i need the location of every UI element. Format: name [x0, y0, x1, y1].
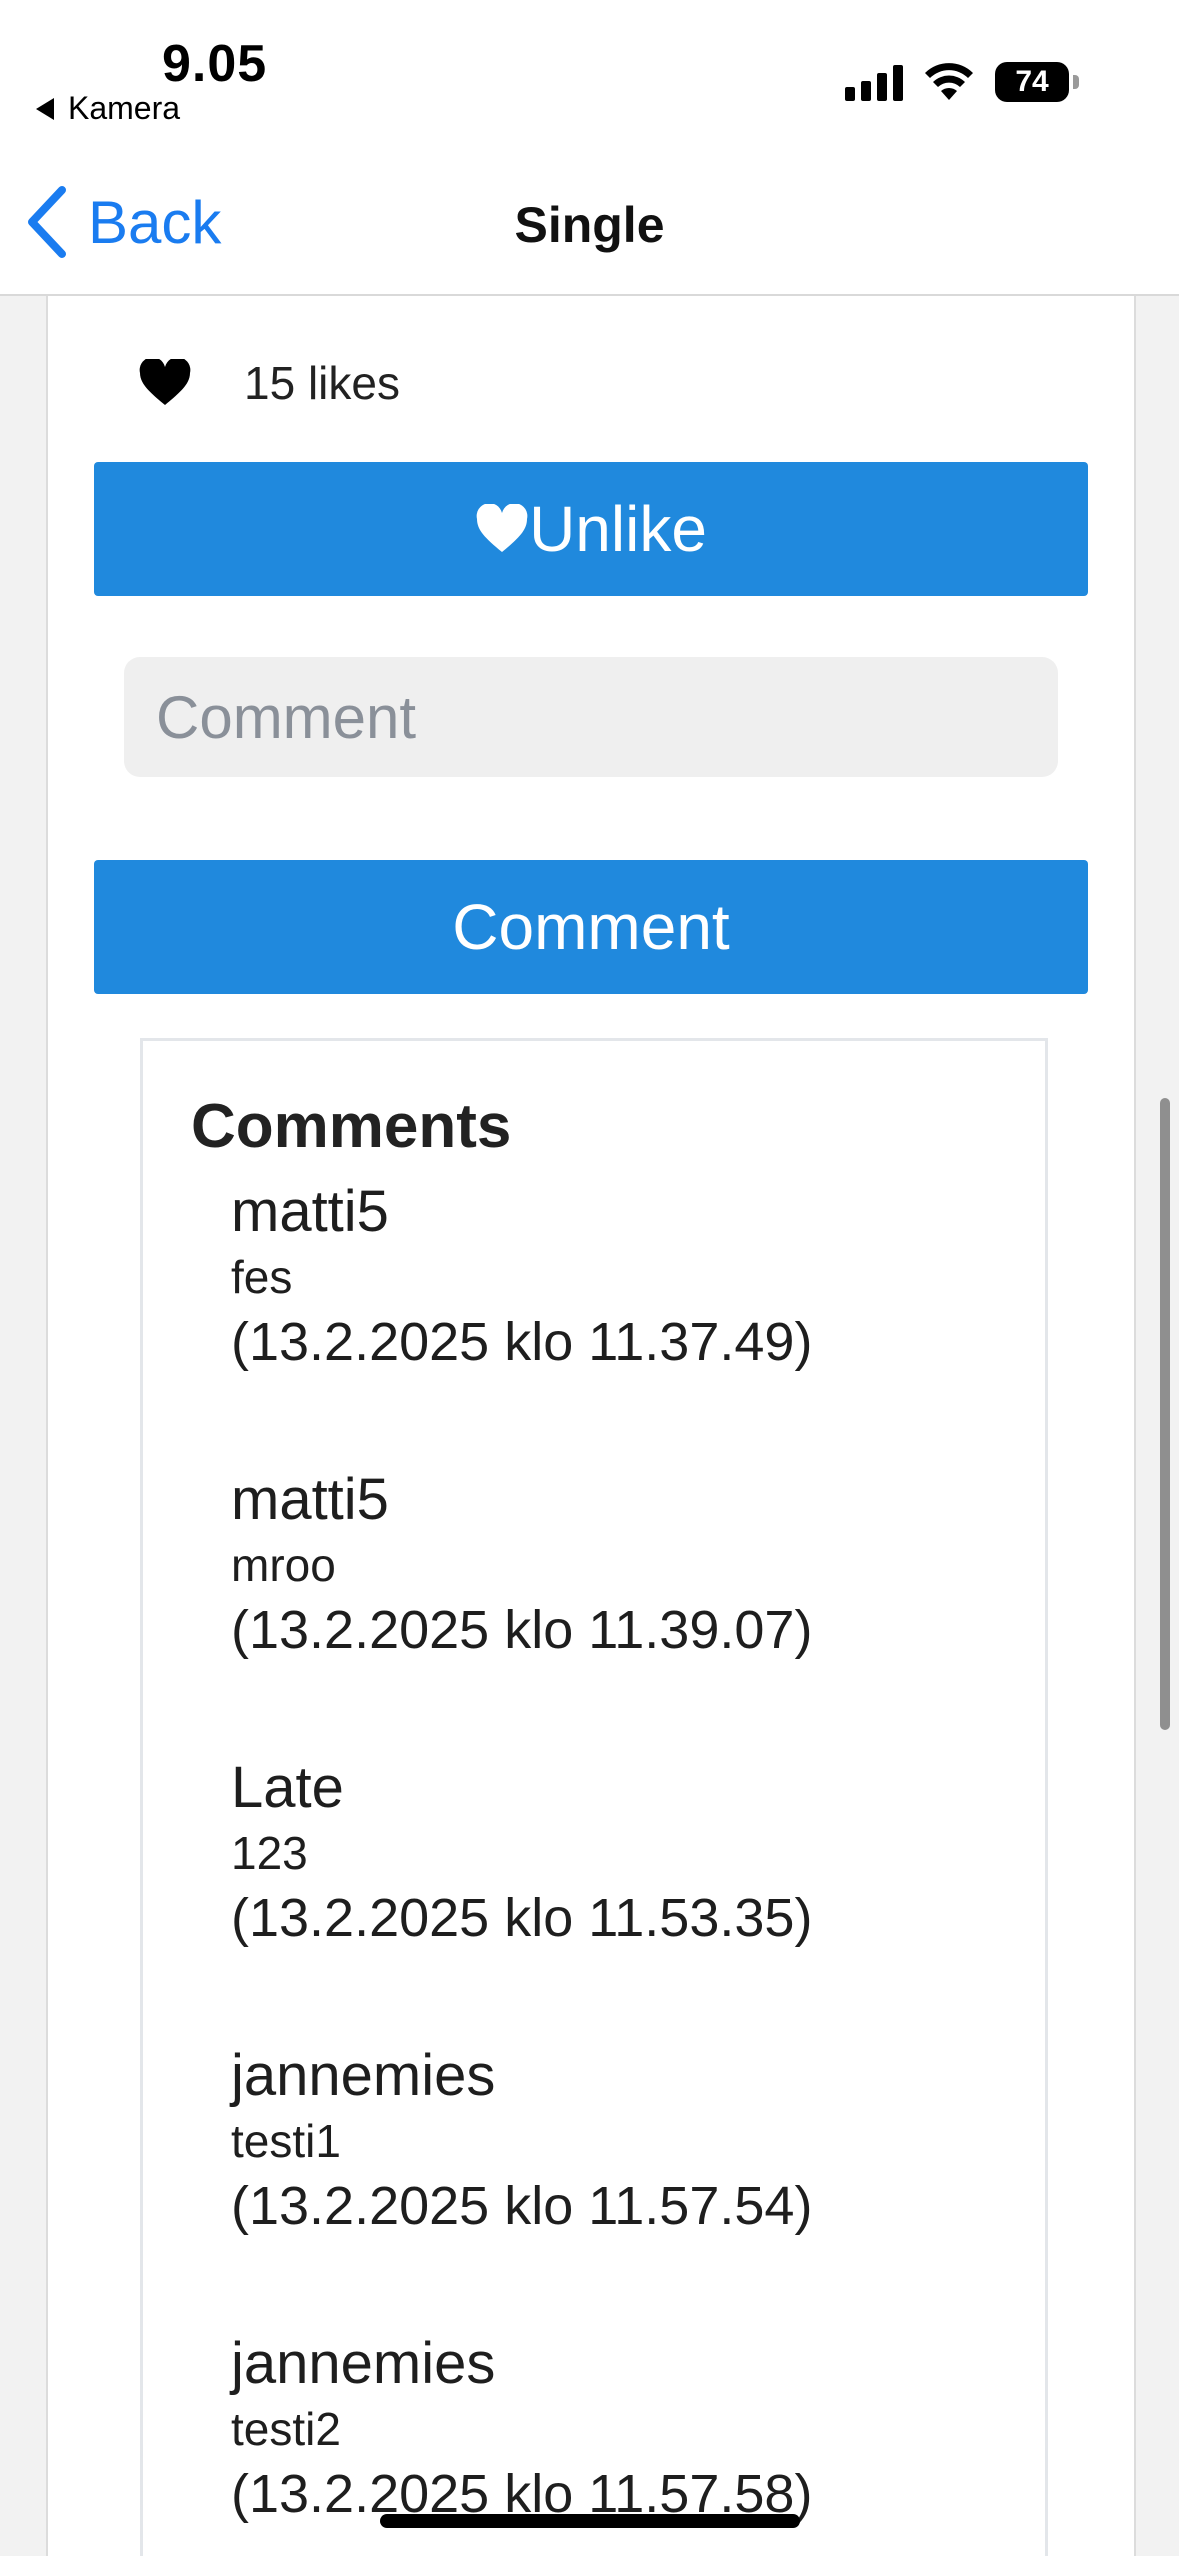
comments-section: Comments matti5 fes (13.2.2025 klo 11.37…	[140, 1038, 1048, 2556]
comment-date: (13.2.2025 klo 11.53.35)	[231, 1888, 813, 1948]
comment-item: Late 123 (13.2.2025 klo 11.53.35)	[231, 1753, 812, 1953]
likes-row: 15 likes	[138, 356, 400, 410]
home-indicator[interactable]	[380, 2514, 800, 2528]
battery-level: 74	[1015, 65, 1049, 98]
vertical-scrollbar[interactable]	[1160, 1098, 1170, 1730]
status-bar: 9.05 Kamera 74	[0, 0, 1179, 160]
comment-date: (13.2.2025 klo 11.37.49)	[231, 1312, 813, 1372]
wifi-icon	[925, 63, 973, 100]
status-time: 9.05	[162, 35, 268, 93]
screen: 9.05 Kamera 74 Back Single 15 likes Unli…	[0, 0, 1179, 2556]
battery-icon: 74	[995, 62, 1069, 102]
comments-heading: Comments	[191, 1092, 512, 1161]
post-card: 15 likes Unlike Comment Comments matti5 …	[46, 296, 1136, 2556]
return-to-app[interactable]: Kamera	[36, 90, 180, 127]
comment-item: jannemies testi1 (13.2.2025 klo 11.57.54…	[231, 2041, 812, 2241]
comment-item: matti5 fes (13.2.2025 klo 11.37.49)	[231, 1177, 812, 1377]
back-triangle-icon	[36, 97, 54, 120]
comment-user: Late	[231, 1755, 344, 1820]
page-title: Single	[514, 197, 665, 253]
comment-user: matti5	[231, 1467, 389, 1532]
unlike-label: Unlike	[529, 493, 707, 565]
cellular-signal-icon	[845, 63, 903, 101]
comment-date: (13.2.2025 klo 11.39.07)	[231, 1600, 813, 1660]
heart-icon	[139, 359, 191, 405]
unlike-button[interactable]: Unlike	[94, 462, 1088, 596]
comment-button[interactable]: Comment	[94, 860, 1088, 994]
comment-text: testi2	[231, 2403, 341, 2455]
comment-date: (13.2.2025 klo 11.57.54)	[231, 2176, 813, 2236]
comment-input[interactable]	[124, 657, 1058, 777]
comment-user: jannemies	[231, 2331, 496, 2396]
comment-text: mroo	[231, 1539, 336, 1591]
comment-item: matti5 mroo (13.2.2025 klo 11.39.07)	[231, 1465, 812, 1665]
comment-item: jannemies testi2 (13.2.2025 klo 11.57.58…	[231, 2329, 812, 2529]
comment-button-label: Comment	[452, 891, 730, 963]
comment-user: jannemies	[231, 2043, 496, 2108]
comment-user: matti5	[231, 1179, 389, 1244]
nav-bar: Back Single	[0, 160, 1179, 296]
status-icons: 74	[845, 62, 1079, 102]
return-app-label: Kamera	[68, 90, 181, 126]
comment-text: testi1	[231, 2115, 341, 2167]
comment-text: 123	[231, 1827, 308, 1879]
heart-icon	[476, 504, 528, 552]
likes-count: 15 likes	[244, 357, 400, 409]
comment-text: fes	[231, 1251, 293, 1303]
battery-tip	[1073, 75, 1079, 89]
